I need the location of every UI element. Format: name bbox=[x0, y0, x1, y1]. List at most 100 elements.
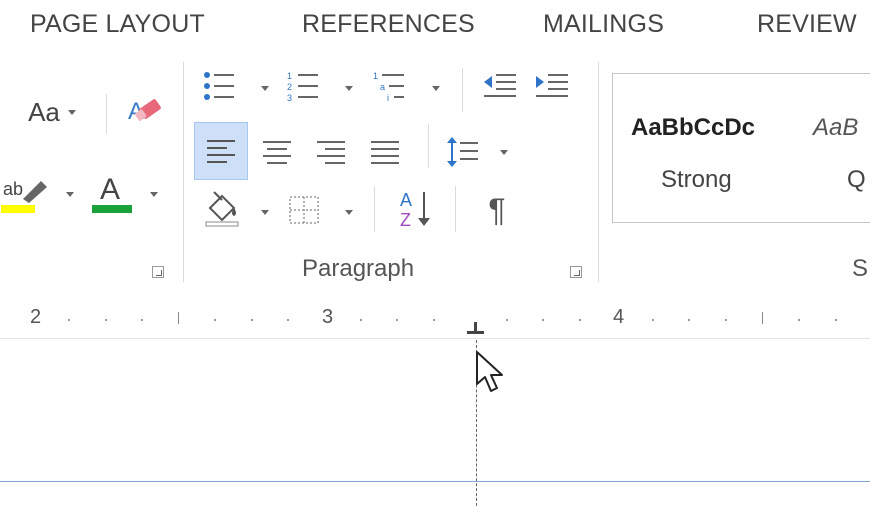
borders-button[interactable] bbox=[282, 188, 326, 232]
ruler-dot bbox=[725, 319, 727, 321]
tab-page-layout[interactable]: PAGE LAYOUT bbox=[30, 10, 205, 39]
center-button[interactable] bbox=[256, 132, 298, 172]
decrease-indent-button[interactable] bbox=[478, 66, 522, 106]
divider bbox=[106, 94, 107, 134]
font-color-icon: A bbox=[92, 173, 132, 213]
numbering-icon: 1 2 3 bbox=[287, 71, 318, 102]
line-spacing-button[interactable] bbox=[442, 130, 486, 174]
ruler-number: 2 bbox=[30, 306, 42, 328]
divider bbox=[455, 186, 456, 232]
chevron-down-icon[interactable] bbox=[345, 86, 353, 91]
group-divider bbox=[598, 62, 599, 282]
ruler-dot bbox=[287, 319, 289, 321]
ruler-dot bbox=[579, 319, 581, 321]
eraser-icon: A bbox=[128, 98, 161, 125]
ruler-dot bbox=[542, 319, 544, 321]
ruler-dot bbox=[688, 319, 690, 321]
justify-button[interactable] bbox=[364, 132, 406, 172]
divider bbox=[462, 68, 463, 112]
ruler-dot bbox=[251, 319, 253, 321]
highlight-color-swatch bbox=[1, 205, 35, 213]
chevron-down-icon[interactable] bbox=[66, 192, 74, 197]
tab-review[interactable]: REVIEW bbox=[757, 10, 857, 39]
style-preview: AaBbCcDc bbox=[631, 114, 756, 141]
ruler-dot bbox=[835, 319, 837, 321]
paint-bucket-icon bbox=[205, 191, 239, 227]
divider bbox=[374, 186, 375, 232]
sort-button[interactable]: A Z bbox=[392, 184, 440, 234]
styles-group-label: S bbox=[852, 255, 869, 282]
svg-text:3: 3 bbox=[287, 93, 292, 102]
chevron-down-icon bbox=[67, 109, 76, 115]
style-item-quote[interactable]: AaB Q bbox=[803, 74, 870, 222]
chevron-down-icon[interactable] bbox=[432, 86, 440, 91]
ruler-tick bbox=[762, 312, 763, 324]
increase-indent-icon bbox=[536, 74, 568, 97]
ruler-dot bbox=[652, 319, 654, 321]
align-right-button[interactable] bbox=[310, 132, 352, 172]
show-hide-marks-button[interactable]: ¶ bbox=[474, 186, 520, 234]
shading-button[interactable] bbox=[196, 184, 248, 232]
align-left-icon bbox=[207, 140, 235, 163]
page-margin-line bbox=[0, 481, 870, 482]
chevron-down-icon[interactable] bbox=[150, 192, 158, 197]
ruler-dot bbox=[214, 319, 216, 321]
ruler-dot bbox=[360, 319, 362, 321]
align-center-icon bbox=[263, 141, 291, 164]
font-color-button[interactable]: A bbox=[88, 168, 138, 218]
svg-text:i: i bbox=[387, 93, 389, 102]
multilevel-list-button[interactable]: 1 a i bbox=[368, 66, 416, 106]
paragraph-dialog-launcher-icon[interactable] bbox=[570, 266, 582, 278]
chevron-down-icon[interactable] bbox=[261, 86, 269, 91]
tab-references[interactable]: REFERENCES bbox=[302, 10, 475, 39]
decrease-indent-icon bbox=[484, 74, 516, 97]
tab-mailings[interactable]: MAILINGS bbox=[543, 10, 664, 39]
chevron-down-icon[interactable] bbox=[500, 150, 508, 155]
multilevel-list-icon: 1 a i bbox=[373, 71, 404, 102]
font-color-swatch bbox=[92, 205, 132, 213]
align-right-icon bbox=[317, 141, 345, 164]
chevron-down-icon[interactable] bbox=[261, 210, 269, 215]
ribbon-tab-bar: PAGE LAYOUT REFERENCES MAILINGS REVIEW bbox=[0, 0, 870, 52]
font-color-label: A bbox=[100, 173, 120, 206]
increase-indent-button[interactable] bbox=[530, 66, 574, 106]
paragraph-group-label: Paragraph bbox=[302, 255, 415, 282]
bullets-icon bbox=[204, 72, 234, 100]
chevron-down-icon[interactable] bbox=[345, 210, 353, 215]
horizontal-ruler[interactable]: 2 3 4 bbox=[0, 292, 870, 339]
ruler-number: 4 bbox=[613, 306, 625, 328]
borders-icon bbox=[289, 196, 319, 224]
numbering-button[interactable]: 1 2 3 bbox=[282, 66, 324, 106]
center-tab-stop-icon[interactable] bbox=[464, 320, 488, 338]
line-spacing-icon bbox=[447, 137, 478, 167]
ruler-dot bbox=[433, 319, 435, 321]
ruler-dot bbox=[506, 319, 508, 321]
ruler-dot bbox=[105, 319, 107, 321]
sort-label-a: A bbox=[400, 190, 412, 210]
style-preview: AaB bbox=[813, 114, 859, 141]
styles-gallery[interactable]: AaBbCcDc Strong AaB Q bbox=[612, 73, 870, 223]
sort-icon: A Z bbox=[400, 190, 430, 230]
justify-icon bbox=[371, 141, 399, 164]
ruler-dot bbox=[396, 319, 398, 321]
mouse-pointer-icon bbox=[476, 351, 503, 392]
change-case-button[interactable]: Aa bbox=[12, 92, 92, 132]
style-item-strong[interactable]: AaBbCcDc Strong bbox=[613, 74, 789, 222]
svg-text:1: 1 bbox=[287, 71, 292, 81]
svg-text:a: a bbox=[380, 82, 385, 92]
highlight-label: ab bbox=[3, 179, 23, 199]
bullets-button[interactable] bbox=[198, 66, 240, 106]
style-name: Strong bbox=[661, 166, 732, 193]
text-highlight-color-button[interactable]: ab bbox=[0, 172, 62, 218]
sort-label-z: Z bbox=[400, 210, 411, 230]
change-case-label: Aa bbox=[28, 96, 60, 127]
align-left-button[interactable] bbox=[194, 122, 248, 180]
svg-text:1: 1 bbox=[373, 71, 378, 81]
ruler-tick bbox=[178, 312, 179, 324]
highlighter-icon: ab bbox=[1, 179, 47, 213]
clear-formatting-button[interactable]: A bbox=[120, 90, 170, 134]
ruler-number: 3 bbox=[322, 306, 334, 328]
ruler-dot bbox=[798, 319, 800, 321]
font-dialog-launcher-icon[interactable] bbox=[152, 266, 164, 278]
pilcrow-icon: ¶ bbox=[488, 191, 506, 228]
